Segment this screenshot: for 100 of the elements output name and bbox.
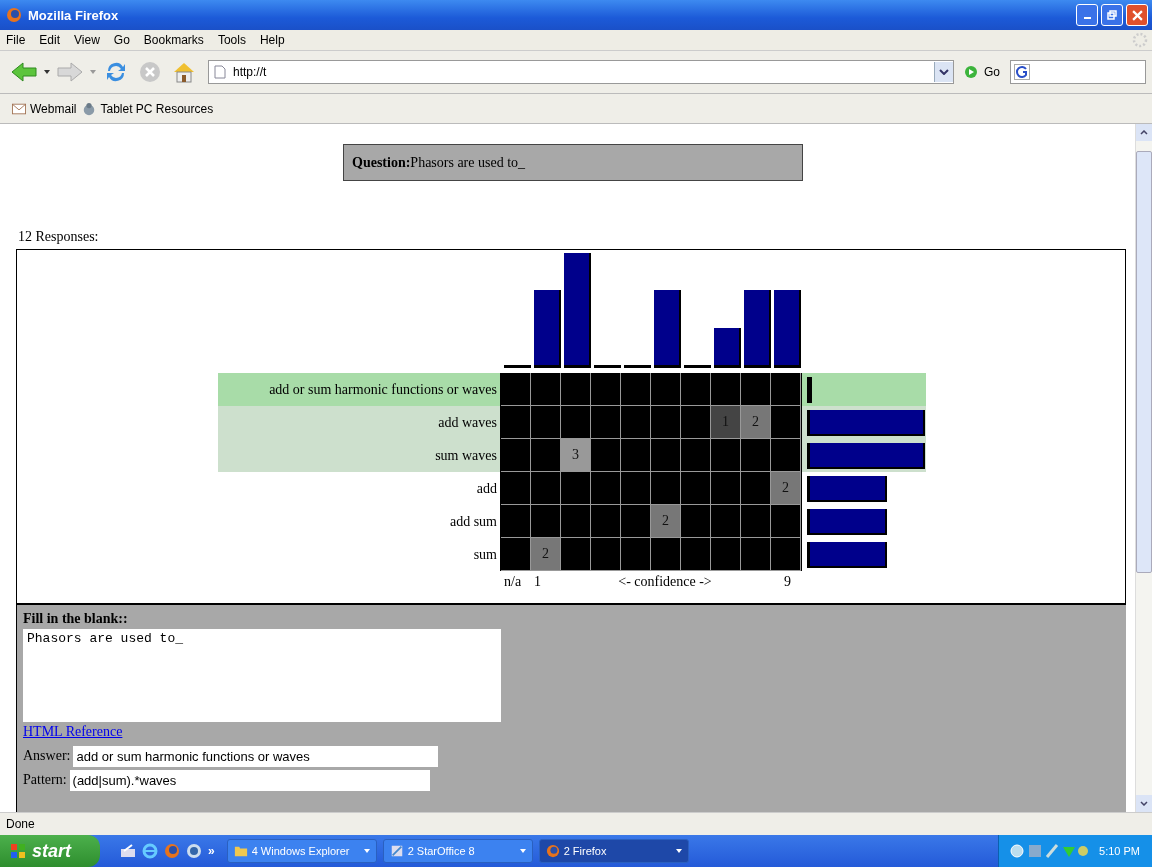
grid-cell [711, 505, 741, 538]
grid-cell: 2 [531, 538, 561, 571]
responses-count: 12 Responses: [18, 229, 100, 246]
play-icon [964, 65, 978, 79]
grid-cell [531, 439, 561, 472]
go-button[interactable]: Go [960, 65, 1004, 79]
grid-cell [681, 538, 711, 571]
scrollbar[interactable] [1135, 124, 1152, 812]
minimize-button[interactable] [1076, 4, 1098, 26]
grid-cell [651, 406, 681, 439]
bookmark-item[interactable]: Tablet PC Resources [82, 101, 214, 116]
grid-cell [531, 505, 561, 538]
dropdown-arrow-icon[interactable] [675, 849, 682, 853]
grid-cell [651, 472, 681, 505]
firefox-logo-icon[interactable] [164, 843, 180, 859]
grid-cell [621, 472, 651, 505]
grid-cell [681, 406, 711, 439]
grid-cell [651, 439, 681, 472]
menu-item[interactable]: View [74, 33, 100, 47]
grid-cell [711, 472, 741, 505]
response-label: add sum [448, 512, 498, 531]
pattern-field[interactable]: (add|sum).*waves [69, 769, 430, 791]
grid-cell [591, 505, 621, 538]
grid-cell [711, 538, 741, 571]
maximize-button[interactable] [1101, 4, 1123, 26]
grid-cell [741, 439, 771, 472]
search-engine-icon[interactable] [1014, 64, 1030, 80]
menu-item[interactable]: Help [259, 33, 285, 47]
axis-label: n/a [503, 574, 523, 590]
bookmark-item[interactable]: Webmail [12, 101, 77, 116]
grid-cell [621, 538, 651, 571]
clock: 5:10 PM [1099, 845, 1140, 857]
status-text: Done [6, 817, 35, 831]
response-label: add [475, 479, 498, 498]
folder-icon [233, 844, 248, 858]
menu-item[interactable]: Tools [217, 33, 246, 47]
response-label: sum waves [218, 439, 500, 472]
grid-cell [741, 373, 771, 406]
taskbar-button[interactable]: 4 Windows Explorer [226, 839, 377, 863]
grid-cell [711, 439, 741, 472]
bookmark-globe-icon [82, 101, 97, 116]
menu-item[interactable]: Bookmarks [143, 33, 204, 47]
menu-item[interactable]: File [6, 33, 26, 47]
taskbar-button[interactable]: 2 StarOffice 8 [382, 839, 533, 863]
taskbar-button[interactable]: 2 Firefox [538, 839, 689, 863]
menu-item[interactable]: Edit [39, 33, 61, 47]
window-title: Mozilla Firefox [28, 7, 119, 23]
grid-cell [621, 505, 651, 538]
grid-cell [591, 406, 621, 439]
answer-field[interactable]: add or sum harmonic functions or waves [73, 745, 439, 767]
html-reference-link[interactable]: HTML Reference [23, 724, 123, 744]
scroll-up-icon[interactable] [1140, 130, 1148, 135]
grid-cell [591, 439, 621, 472]
grid-cell [621, 406, 651, 439]
grid-cell [741, 472, 771, 505]
axis-label: <- confidence -> [617, 574, 713, 590]
grid-cell [681, 505, 711, 538]
envelope-icon [12, 101, 26, 116]
firefox-logo-icon [545, 844, 560, 858]
close-button[interactable] [1126, 4, 1148, 26]
firefox-logo-icon [6, 7, 22, 23]
tray-icons-drawing[interactable] [1009, 843, 1090, 859]
document-icon [389, 844, 404, 858]
back-arrow-icon[interactable] [10, 61, 38, 83]
question-textarea[interactable]: Phasors are used to_ [23, 629, 501, 722]
axis-label: 9 [783, 574, 792, 590]
search-field[interactable] [1010, 60, 1146, 84]
grid-cell [561, 538, 591, 571]
menu-item[interactable]: Go [113, 33, 130, 47]
question-box: Question:Phasors are used to_ [343, 144, 803, 181]
grid-cell: 3 [561, 439, 591, 472]
grid-cell [561, 505, 591, 538]
overflow-chevron[interactable]: » [208, 844, 215, 858]
chevron-down-icon[interactable] [939, 69, 949, 75]
grid-cell [621, 373, 651, 406]
close-icon [1131, 9, 1143, 21]
grid-cell [651, 373, 681, 406]
grid-cell [681, 373, 711, 406]
field-label: Answer: [23, 748, 71, 764]
grid-cell [711, 373, 741, 406]
browser-e-icon[interactable] [142, 843, 158, 859]
grid-cell [591, 373, 621, 406]
dropdown-arrow-icon[interactable] [44, 70, 50, 74]
address-field[interactable]: http://t [208, 60, 954, 84]
grid-cell [681, 472, 711, 505]
grid-cell: 2 [651, 505, 681, 538]
form-title: Fill in the blank:: [23, 611, 129, 628]
page-icon [213, 65, 227, 79]
grid-cell [681, 439, 711, 472]
grid-cell: 2 [741, 406, 771, 439]
axis-label: 1 [533, 574, 542, 590]
response-label: add waves [218, 406, 500, 439]
minimize-icon [1083, 17, 1091, 19]
grid-cell [741, 538, 771, 571]
grid-cell [531, 373, 561, 406]
field-label: Pattern: [23, 772, 67, 788]
grid-cell [621, 439, 651, 472]
scroll-down-icon[interactable] [1140, 801, 1148, 806]
windows-logo-icon [10, 843, 26, 859]
grid-cell [591, 472, 621, 505]
